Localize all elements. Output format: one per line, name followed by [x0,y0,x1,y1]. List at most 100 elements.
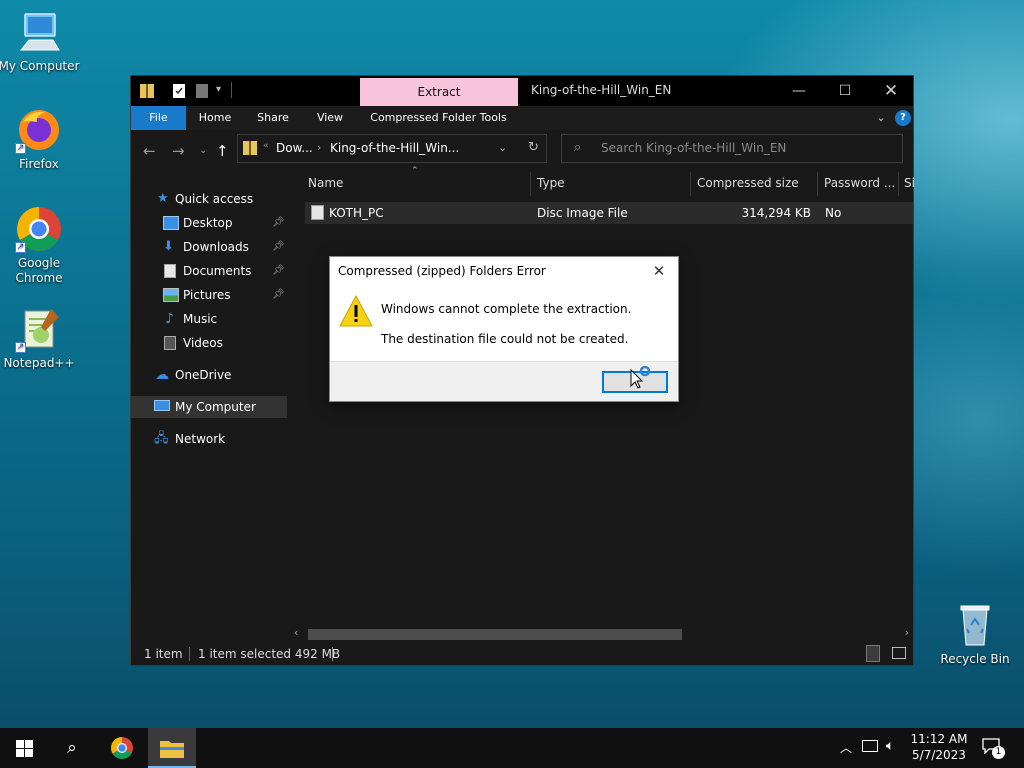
nav-videos[interactable]: Videos [131,332,287,354]
minimize-button[interactable]: — [776,76,822,106]
refresh-icon[interactable]: ↻ [528,140,539,155]
taskbar-chrome[interactable] [98,728,146,768]
expand-ribbon-icon[interactable]: ⌄ [873,106,889,130]
desktop-icon-my-computer[interactable]: My Computer [0,8,81,74]
nav-label: Documents [183,264,252,278]
search-box[interactable]: ⌕ Search King-of-the-Hill_Win_EN [561,134,903,163]
nav-network[interactable]: 🖧︎ Network [131,428,287,450]
column-header-compressed-size[interactable]: Compressed size [697,176,799,190]
column-divider[interactable] [817,172,818,196]
new-folder-icon[interactable] [196,83,209,99]
forward-button[interactable]: → [172,142,185,160]
tab-view[interactable]: View [309,106,351,130]
shortcut-arrow-icon: ↗ [15,143,26,154]
computer-icon [154,400,170,411]
status-bar: 1 item 1 item selected 492 MB [131,643,913,665]
scroll-left-icon[interactable]: ‹ [294,626,298,639]
column-divider[interactable] [690,172,691,196]
details-view-icon[interactable] [866,645,880,662]
nav-label: Music [183,312,218,326]
search-icon: ⌕ [574,140,582,155]
scroll-thumb[interactable] [308,629,682,640]
column-divider[interactable] [898,172,899,196]
shortcut-arrow-icon: ↗ [15,242,26,253]
desktop-icon-chrome[interactable]: ↗ Google Chrome [0,205,81,286]
notepadpp-icon: ↗ [15,305,63,353]
maximize-button[interactable]: ☐ [822,76,868,106]
column-header-name[interactable]: Name [308,176,343,190]
address-row: ← → ⌄ ↑ « Dow... › King-of-the-Hill_Win.… [131,130,913,168]
nav-onedrive[interactable]: ☁ OneDrive [131,364,287,386]
back-button[interactable]: ← [143,142,156,160]
breadcrumb-parent[interactable]: Dow... [276,141,313,155]
desktop-icon-recycle-bin[interactable]: Recycle Bin [933,601,1017,667]
network-status-icon[interactable] [862,740,878,752]
close-button[interactable]: ✕ [868,76,914,106]
volume-icon[interactable]: 🔈︎ [886,738,894,754]
search-button[interactable]: ⌕ [48,728,96,768]
clock[interactable]: 11:12 AM 5/7/2023 [906,731,972,763]
dialog-close-button[interactable]: ✕ [646,260,672,282]
divider [189,647,190,661]
table-row[interactable]: KOTH_PC Disc Image File 314,294 KB No [305,202,913,224]
cloud-icon: ☁ [155,367,169,383]
tab-compressed-folder-tools[interactable]: Compressed Folder Tools [367,106,510,130]
nav-quick-access[interactable]: ★ Quick access [131,188,287,210]
nav-downloads[interactable]: ⬇ Downloads 📌︎ [131,236,287,258]
desktop-icon-firefox[interactable]: ↗ Firefox [0,106,81,172]
nav-label: Quick access [175,192,254,206]
chrome-icon: ↗ [15,205,63,253]
dialog-message: Windows cannot complete the extraction. [381,302,632,316]
overflow-chevron-icon[interactable]: « [263,141,269,151]
zip-folder-icon [140,83,154,99]
tab-share[interactable]: Share [251,106,295,130]
file-name: KOTH_PC [329,206,384,220]
recent-locations-icon[interactable]: ⌄ [199,145,207,156]
nav-music[interactable]: ♪ Music [131,308,287,330]
desktop-icon-label: Google Chrome [15,256,63,285]
large-icons-view-icon[interactable] [892,647,906,659]
tab-extract[interactable]: Extract [360,78,518,106]
disc-image-icon [311,205,324,220]
column-divider[interactable] [530,172,531,196]
nav-label: My Computer [175,400,256,414]
start-button[interactable] [0,728,48,768]
status-selection: 1 item selected 492 MB [198,647,341,661]
navigation-pane: ★ Quick access Desktop 📌︎ ⬇ Downloads 📌︎… [131,168,289,642]
desktop-icon-notepadpp[interactable]: ↗ Notepad++ [0,305,81,371]
address-bar[interactable]: « Dow... › King-of-the-Hill_Win... ⌄ ↻ [237,134,547,163]
breadcrumb-separator-icon[interactable]: › [317,141,321,154]
error-dialog: Compressed (zipped) Folders Error ✕ Wind… [329,256,679,402]
breadcrumb-current[interactable]: King-of-the-Hill_Win... [330,141,459,155]
tab-file[interactable]: File [131,106,186,130]
scroll-right-icon[interactable]: › [905,626,909,639]
firefox-icon: ↗ [15,106,63,154]
nav-desktop[interactable]: Desktop 📌︎ [131,212,287,234]
download-icon: ⬇ [163,239,174,254]
nav-pictures[interactable]: Pictures 📌︎ [131,284,287,306]
address-dropdown-icon[interactable]: ⌄ [498,141,507,154]
taskbar-file-explorer[interactable] [148,728,196,768]
tab-home[interactable]: Home [193,106,237,130]
horizontal-scrollbar[interactable]: ‹ › [291,626,913,642]
customize-quick-access-icon[interactable]: ▾ [216,84,221,100]
column-header-type[interactable]: Type [537,176,565,190]
nav-documents[interactable]: Documents 📌︎ [131,260,287,282]
notification-count-badge: 1 [992,746,1005,759]
up-button[interactable]: ↑ [216,142,229,160]
star-icon: ★ [157,191,169,206]
properties-icon[interactable] [173,83,186,99]
nav-label: Network [175,432,226,446]
column-header-size[interactable]: Si [904,176,915,190]
dialog-detail: The destination file could not be create… [381,332,629,346]
column-header-password[interactable]: Password ... [824,176,895,190]
nav-label: OneDrive [175,368,232,382]
show-hidden-icons-icon[interactable]: ︿ [840,739,852,756]
network-icon: 🖧︎ [154,431,169,446]
recycle-bin-icon [951,601,999,649]
nav-my-computer[interactable]: My Computer [131,396,287,418]
help-icon[interactable]: ? [895,110,911,126]
action-center-icon[interactable]: 1 [982,738,1005,759]
video-icon [164,336,176,350]
pictures-icon [163,288,179,302]
